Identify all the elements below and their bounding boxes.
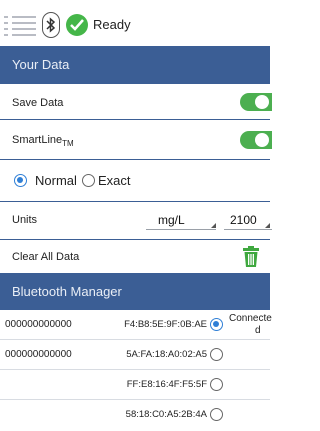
units-select[interactable]: mg/L: [146, 213, 216, 230]
clear-data-label: Clear All Data: [12, 251, 80, 263]
value-select-text: 2100: [230, 213, 257, 227]
dropdown-icon: [265, 223, 270, 228]
toggle-knob: [255, 95, 269, 109]
device-status-line1: Connecte: [229, 313, 272, 324]
bluetooth-icon[interactable]: [42, 12, 60, 38]
smartline-toggle[interactable]: [240, 131, 272, 149]
device-select-radio[interactable]: [210, 408, 223, 421]
value-select[interactable]: 2100: [224, 213, 272, 230]
section-title: Bluetooth Manager: [12, 284, 122, 299]
device-mac: F4:B8:5E:9F:0B:AE: [124, 319, 207, 330]
smartline-row: SmartLineTM: [0, 120, 272, 160]
device-select-radio[interactable]: [210, 348, 223, 361]
trash-icon[interactable]: [242, 246, 260, 268]
device-name: 000000000000: [5, 349, 72, 360]
section-title: Your Data: [12, 57, 70, 72]
device-row[interactable]: 000000000000 F4:B8:5E:9F:0B:AE Connecte …: [0, 310, 272, 340]
status-text: Ready: [93, 17, 131, 32]
device-row[interactable]: FF:E8:16:4F:F5:5F: [0, 370, 270, 400]
device-mac: FF:E8:16:4F:F5:5F: [126, 379, 207, 390]
device-status-line2: d: [255, 325, 261, 336]
mode-exact-radio[interactable]: [82, 174, 95, 187]
units-value: mg/L: [158, 213, 185, 227]
device-select-radio[interactable]: [210, 378, 223, 391]
units-label: Units: [12, 214, 38, 226]
units-row: Units mg/L 2100: [0, 202, 272, 240]
smartline-text: SmartLine: [12, 134, 63, 146]
device-mac: 5A:FA:18:A0:02:A5: [126, 349, 207, 360]
save-data-toggle[interactable]: [240, 93, 272, 111]
dropdown-icon: [211, 223, 216, 228]
device-row[interactable]: 000000000000 5A:FA:18:A0:02:A5: [0, 340, 270, 370]
menu-list-icon[interactable]: [4, 14, 38, 38]
check-circle-icon: [66, 14, 88, 36]
device-row[interactable]: 58:18:C0:A5:2B:4A: [0, 400, 270, 430]
smartline-trademark: TM: [62, 139, 74, 149]
your-data-header: Your Data: [0, 46, 270, 84]
toggle-knob: [255, 133, 269, 147]
bluetooth-manager-header: Bluetooth Manager: [0, 274, 270, 310]
device-status: Connecte d: [229, 313, 272, 337]
smartline-label: SmartLineTM: [12, 134, 74, 148]
clear-data-row[interactable]: Clear All Data: [0, 240, 270, 274]
device-name: 000000000000: [5, 319, 72, 330]
save-data-label: Save Data: [12, 97, 64, 109]
device-mac: 58:18:C0:A5:2B:4A: [125, 409, 207, 420]
save-data-row: Save Data: [0, 84, 272, 120]
mode-row: Normal Exact: [0, 160, 270, 202]
status-bar: Ready: [0, 0, 270, 46]
mode-normal-label: Normal: [35, 173, 77, 188]
mode-normal-radio[interactable]: [14, 174, 27, 187]
device-select-radio[interactable]: [210, 318, 223, 331]
mode-exact-label: Exact: [98, 173, 131, 188]
